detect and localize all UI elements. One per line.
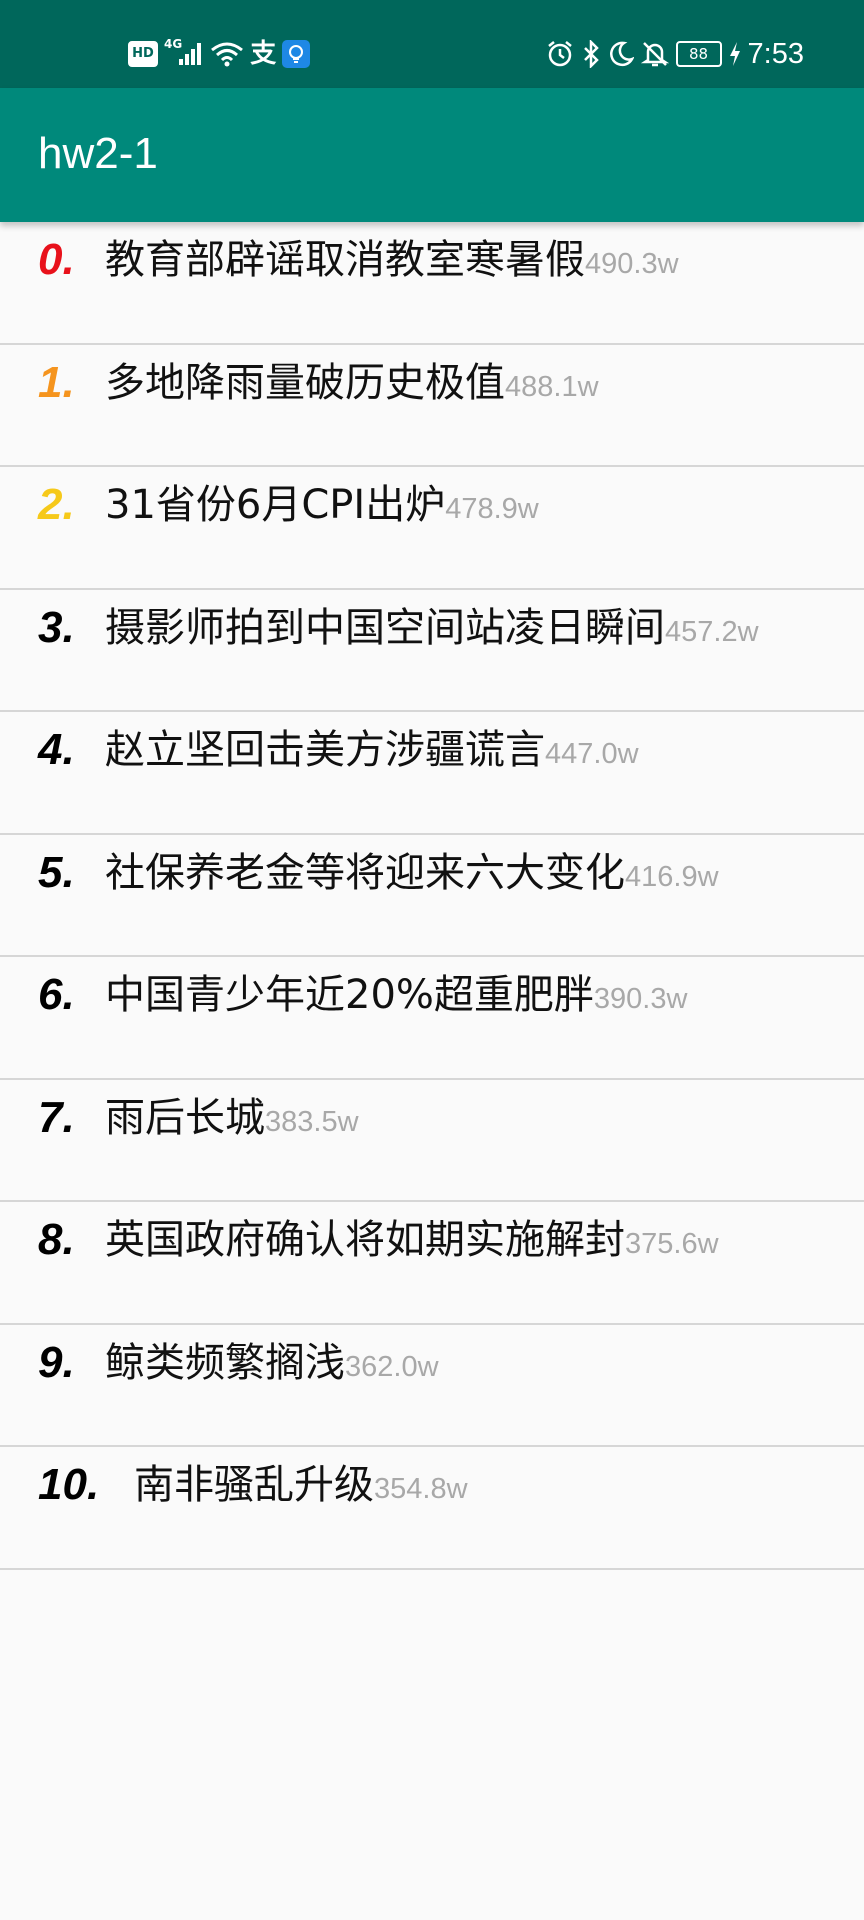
list-item[interactable]: 7. 雨后长城383.5w — [0, 1080, 864, 1202]
rank-number: 8. — [38, 1215, 75, 1264]
battery-level: 88 — [675, 41, 722, 67]
list-item-title: 赵立坚回击美方涉疆谎言 — [105, 727, 545, 773]
rank-number: 0. — [38, 235, 75, 284]
4g-signal-icon: 4G — [164, 37, 204, 69]
list-item-headline: 多地降雨量破历史极值488.1w — [105, 359, 599, 415]
list-item-headline: 南非骚乱升级354.8w — [134, 1461, 468, 1517]
rank-number: 9. — [38, 1337, 75, 1387]
heat-value: 416.9w — [625, 860, 719, 893]
hd-icon: HD — [128, 39, 158, 69]
list-item[interactable]: 2. 31省份6月CPI出炉478.9w — [0, 467, 864, 590]
heat-value: 490.3w — [585, 248, 679, 280]
list-item-title: 教育部辟谣取消教室寒暑假 — [105, 237, 585, 283]
list-item[interactable]: 0. 教育部辟谣取消教室寒暑假490.3w — [0, 222, 864, 345]
list-item[interactable]: 4. 赵立坚回击美方涉疆谎言447.0w — [0, 712, 864, 835]
list-item[interactable]: 8. 英国政府确认将如期实施解封375.6w — [0, 1202, 864, 1325]
hd-label: HD — [128, 41, 158, 67]
alipay-icon: 支 — [250, 39, 277, 69]
list-item-headline: 社保养老金等将迎来六大变化416.9w — [105, 849, 719, 905]
list-item-headline: 31省份6月CPI出炉478.9w — [105, 481, 539, 537]
list-item-title: 摄影师拍到中国空间站凌日瞬间 — [105, 604, 665, 651]
list-item-headline: 赵立坚回击美方涉疆谎言447.0w — [105, 726, 639, 782]
charging-icon — [729, 39, 741, 69]
list-item[interactable]: 3. 摄影师拍到中国空间站凌日瞬间457.2w — [0, 590, 864, 712]
mute-bell-icon — [640, 39, 669, 69]
list-item-title: 雨后长城 — [105, 1094, 265, 1141]
list-item-title: 南非骚乱升级 — [134, 1462, 374, 1508]
heat-value: 354.8w — [374, 1473, 468, 1505]
heat-value: 362.0w — [345, 1350, 439, 1383]
list-item-headline: 教育部辟谣取消教室寒暑假490.3w — [105, 236, 679, 292]
list-item-headline: 英国政府确认将如期实施解封375.6w — [105, 1216, 719, 1272]
status-left-icons: HD 4G 支 — [128, 36, 311, 72]
heat-value: 390.3w — [593, 983, 688, 1015]
rank-number: 3. — [38, 602, 75, 652]
app-bar: hw2-1 — [0, 88, 864, 222]
heat-value: 375.6w — [625, 1228, 719, 1260]
list-item-headline: 鲸类频繁搁浅362.0w — [105, 1339, 439, 1395]
heat-value: 447.0w — [545, 738, 639, 770]
rank-number: 5. — [38, 847, 75, 897]
status-right-icons: 88 7:53 — [546, 36, 804, 72]
list-item-title: 31省份6月CPI出炉 — [105, 482, 446, 528]
list-item-headline: 摄影师拍到中国空间站凌日瞬间457.2w — [105, 604, 759, 660]
list-item[interactable]: 6. 中国青少年近20%超重肥胖390.3w — [0, 957, 864, 1080]
status-bar: HD 4G 支 88 7:53 — [0, 0, 864, 88]
heat-value: 488.1w — [505, 370, 599, 403]
rank-number: 6. — [38, 970, 75, 1019]
hot-search-list: 0. 教育部辟谣取消教室寒暑假490.3w 1. 多地降雨量破历史极值488.1… — [0, 222, 864, 1570]
wifi-icon — [210, 39, 244, 69]
rank-number: 1. — [38, 357, 75, 407]
list-item-title: 英国政府确认将如期实施解封 — [105, 1217, 625, 1263]
status-time: 7:53 — [747, 38, 804, 70]
list-item-headline: 中国青少年近20%超重肥胖390.3w — [105, 971, 687, 1027]
list-item-title: 鲸类频繁搁浅 — [105, 1339, 345, 1386]
list-item-title: 社保养老金等将迎来六大变化 — [105, 849, 625, 896]
rank-number: 7. — [38, 1092, 75, 1142]
app-title: hw2-1 — [38, 129, 158, 178]
list-item-headline: 雨后长城383.5w — [105, 1094, 359, 1150]
bluetooth-icon — [581, 39, 601, 69]
alarm-icon — [546, 39, 574, 69]
list-item[interactable]: 9. 鲸类频繁搁浅362.0w — [0, 1325, 864, 1447]
heat-value: 457.2w — [665, 615, 759, 648]
lightbulb-app-icon — [282, 39, 311, 69]
heat-value: 383.5w — [265, 1105, 359, 1138]
heat-value: 478.9w — [445, 493, 539, 525]
rank-number: 2. — [38, 480, 75, 529]
list-item[interactable]: 10. 南非骚乱升级354.8w — [0, 1447, 864, 1570]
list-item-title: 中国青少年近20%超重肥胖 — [105, 972, 594, 1018]
list-item-title: 多地降雨量破历史极值 — [105, 359, 505, 406]
rank-number: 10. — [38, 1460, 100, 1509]
list-item[interactable]: 1. 多地降雨量破历史极值488.1w — [0, 345, 864, 467]
battery-icon: 88 — [675, 39, 722, 69]
list-item[interactable]: 5. 社保养老金等将迎来六大变化416.9w — [0, 835, 864, 957]
moon-icon — [608, 39, 634, 69]
rank-number: 4. — [38, 725, 75, 774]
